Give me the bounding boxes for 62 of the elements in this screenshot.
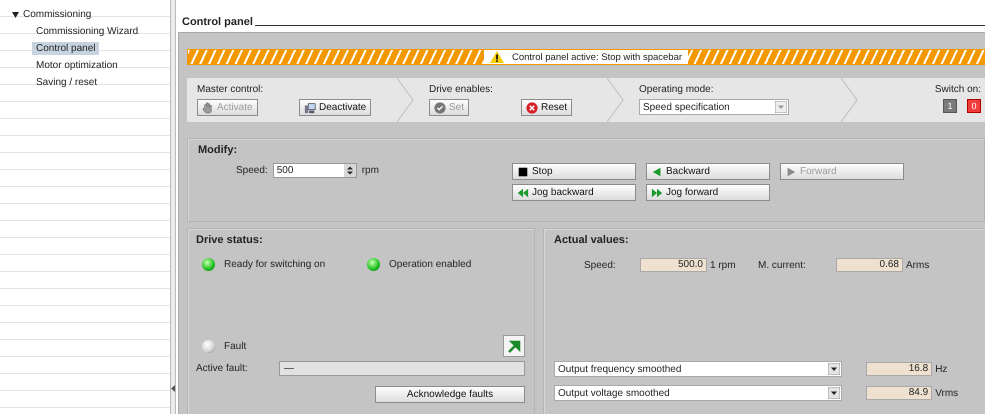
value-field: 500.0 [640,258,707,272]
dropdown-arrow-icon [828,363,840,375]
signal-dropdown[interactable]: Output frequency smoothed [554,361,842,377]
field-label: Speed: [236,165,268,176]
step-label: Switch on: [934,84,981,95]
forward-icon [785,166,797,178]
tree-item[interactable]: Motor optimization [32,59,122,72]
unit-label: 1 rpm [709,260,737,270]
backward-icon [651,166,663,178]
arrow-icon [508,340,520,352]
field-label: Active fault: [196,363,249,374]
value-field: 0.68 [836,258,903,272]
tree-item[interactable]: Commissioning Wizard [32,25,142,38]
banner-message: Control panel active: Stop with spacebar [512,52,682,62]
section-title: Actual values: [554,234,630,246]
speed-field[interactable]: 500 [272,163,357,178]
backward-button[interactable]: Backward [646,163,770,180]
field-label: M. current: [758,260,807,270]
section-title: Modify: [198,144,238,156]
dropdown-arrow-icon [828,387,840,399]
panel-title: Control panel [182,16,253,28]
switch-button[interactable]: 1 [943,99,957,113]
tree-item[interactable]: Control panel [32,42,100,55]
go-to-button[interactable] [503,335,525,357]
dropdown-arrow-icon [775,101,787,113]
warning-icon [490,51,504,63]
step-label: Master control: [197,84,264,95]
error-button[interactable]: Reset [521,99,572,116]
unit-label: Vrms [934,388,960,398]
spin-arrows-icon[interactable] [344,164,356,177]
error-icon [526,102,538,114]
expand-icon[interactable] [12,12,19,18]
computer-icon [304,102,316,114]
tree-item[interactable]: Commissioning [23,9,92,20]
signal-dropdown[interactable]: Output voltage smoothed [554,385,842,401]
active-fault-field: — [279,361,525,376]
acknowledge-button[interactable]: Acknowledge faults [375,386,525,403]
collapse-arrow-icon[interactable] [171,385,175,392]
status-label: Fault [224,340,246,352]
jog-backward-button[interactable]: Jog backward [512,184,636,201]
step-label: Operating mode: [639,84,714,95]
computer-button[interactable]: Deactivate [299,99,372,116]
hand-icon [202,102,214,114]
stop-icon [517,166,529,178]
check-icon [434,102,446,114]
field-label: Speed: [583,260,617,270]
stop-button[interactable]: Stop [512,163,636,180]
value-field: 84.9 [866,386,932,400]
fast-forward-icon [651,186,663,198]
unit-label: Arms [905,260,930,270]
value-field: 16.8 [866,362,932,376]
unit-label: Hz [934,364,948,374]
status-label: Ready for switching on [224,259,326,270]
tree-item[interactable]: Saving / reset [32,76,102,89]
status-label: Operation enabled [389,259,472,270]
switch-button[interactable]: 0 [967,99,981,113]
mode-dropdown[interactable]: Speed specification [639,99,789,115]
step-label: Drive enables: [429,84,494,95]
jog-forward-button[interactable]: Jog forward [646,184,770,201]
section-title: Drive status: [196,234,264,246]
rewind-icon [517,186,529,198]
unit-label: rpm [362,165,379,176]
